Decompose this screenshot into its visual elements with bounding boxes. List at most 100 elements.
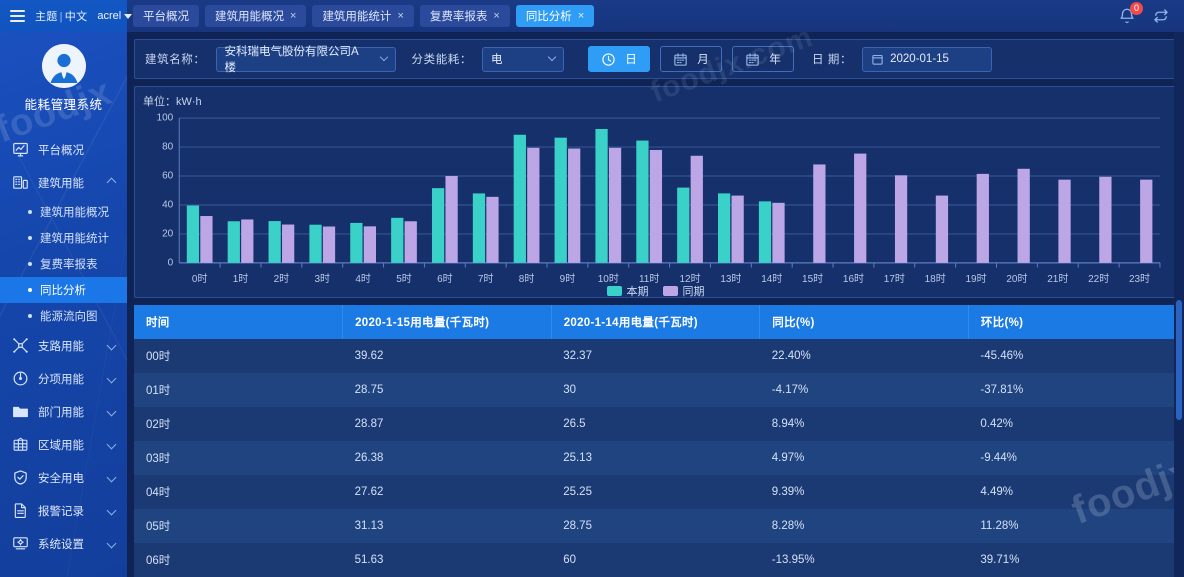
- table-row[interactable]: 01时28.7530-4.17%-37.81%: [134, 373, 1177, 407]
- sidebar-item-platform-overview[interactable]: 平台概况: [0, 133, 127, 166]
- sidebar-item-label: 支路用能: [38, 338, 99, 354]
- bullet-icon: [28, 236, 32, 240]
- legend-label: 本期: [627, 283, 649, 299]
- sidebar-item-area-energy[interactable]: 区域用能: [0, 428, 127, 461]
- user-name: acrel: [97, 10, 121, 22]
- chevron-down-icon: [107, 407, 117, 417]
- hamburger-icon[interactable]: [10, 10, 25, 22]
- table-row[interactable]: 04时27.6225.259.39%4.49%: [134, 475, 1177, 509]
- chevron-down-icon: [107, 341, 117, 351]
- main-content: 建筑名称： 安科瑞电气股份有限公司A楼 分类能耗： 电 日: [127, 32, 1184, 577]
- cell-yoy: -13.95%: [760, 543, 969, 577]
- column-header-yoy[interactable]: 同比(%): [760, 305, 969, 339]
- sidebar-item-electrical-safety[interactable]: 安全用电: [0, 461, 127, 494]
- cell-current-consumption: 39.62: [343, 339, 552, 373]
- energy-type-select-value: 电: [491, 51, 503, 67]
- brand: 能耗管理系统: [0, 32, 127, 123]
- table-row[interactable]: 02时28.8726.58.94%0.42%: [134, 407, 1177, 441]
- building-select[interactable]: 安科瑞电气股份有限公司A楼: [216, 47, 396, 72]
- cell-yoy: 8.94%: [760, 407, 969, 441]
- sidebar-menu: 平台概况 建筑用能 建筑用能概况: [0, 123, 127, 560]
- notification-badge: 0: [1130, 2, 1143, 15]
- legend-item-current[interactable]: 本期: [607, 283, 649, 299]
- page-scrollbar[interactable]: [1174, 0, 1184, 577]
- chart-legend: 本期 同期: [135, 283, 1176, 299]
- sidebar-item-label: 平台概况: [38, 142, 127, 158]
- cell-time: 00时: [134, 339, 343, 373]
- column-header-mom[interactable]: 环比(%): [968, 305, 1177, 339]
- legend-item-same-period[interactable]: 同期: [663, 283, 705, 299]
- close-icon[interactable]: ×: [493, 11, 499, 22]
- tab-multi-rate-report[interactable]: 复费率报表 ×: [420, 5, 510, 27]
- tab-platform-overview[interactable]: 平台概况: [133, 5, 199, 27]
- sidebar-subitem-label: 复费率报表: [40, 256, 98, 272]
- cell-yoy: -4.17%: [760, 373, 969, 407]
- refresh-button[interactable]: [1152, 7, 1170, 25]
- sidebar-item-department-energy[interactable]: 部门用能: [0, 395, 127, 428]
- sidebar-item-system-settings[interactable]: 系统设置: [0, 527, 127, 560]
- period-button-year[interactable]: 年: [732, 46, 794, 72]
- cell-previous-consumption: 28.75: [551, 509, 760, 543]
- sidebar-subitem-building-energy-statistics[interactable]: 建筑用能统计: [0, 225, 127, 251]
- cell-time: 06时: [134, 543, 343, 577]
- bullet-icon: [28, 314, 32, 318]
- cell-current-consumption: 27.62: [343, 475, 552, 509]
- sidebar-subitem-building-energy-overview[interactable]: 建筑用能概况: [0, 199, 127, 225]
- period-button-label: 日: [625, 51, 637, 67]
- top-bar-left: 主题|中文 acrel: [0, 0, 127, 32]
- table-row[interactable]: 03时26.3825.134.97%-9.44%: [134, 441, 1177, 475]
- theme-label[interactable]: 主题: [35, 11, 58, 23]
- close-icon[interactable]: ×: [578, 11, 584, 22]
- cell-mom: -37.81%: [968, 373, 1177, 407]
- sidebar-subitem-energy-flow-chart[interactable]: 能源流向图: [0, 303, 127, 329]
- refresh-icon: [1152, 7, 1170, 25]
- column-header-current-consumption[interactable]: 2020-1-15用电量(千瓦时): [343, 305, 552, 339]
- sidebar-item-building-energy[interactable]: 建筑用能: [0, 166, 127, 199]
- chevron-down-icon: [379, 53, 387, 61]
- table-row[interactable]: 06时51.6360-13.95%39.71%: [134, 543, 1177, 577]
- filter-bar: 建筑名称： 安科瑞电气股份有限公司A楼 分类能耗： 电 日: [134, 39, 1177, 79]
- date-input[interactable]: 2020-01-15: [862, 47, 992, 72]
- axis-tick-label: 80: [162, 142, 173, 153]
- cell-current-consumption: 28.75: [343, 373, 552, 407]
- sidebar-item-subitem-energy[interactable]: 分项用能: [0, 362, 127, 395]
- cell-current-consumption: 51.63: [343, 543, 552, 577]
- table-row[interactable]: 05时31.1328.758.28%11.28%: [134, 509, 1177, 543]
- theme-language-switch[interactable]: 主题|中文: [35, 8, 87, 24]
- sidebar-item-alarm-records[interactable]: 报警记录: [0, 494, 127, 527]
- scrollbar-thumb[interactable]: [1176, 300, 1182, 420]
- sidebar-subitem-label: 能源流向图: [40, 308, 98, 324]
- chevron-down-icon: [124, 14, 132, 19]
- period-button-month[interactable]: 月: [660, 46, 722, 72]
- cell-current-consumption: 31.13: [343, 509, 552, 543]
- close-icon[interactable]: ×: [290, 11, 296, 22]
- tab-yoy-analysis[interactable]: 同比分析 ×: [516, 5, 594, 27]
- sidebar-subitem-label: 建筑用能统计: [40, 230, 109, 246]
- close-icon[interactable]: ×: [397, 11, 403, 22]
- tab-building-energy-overview[interactable]: 建筑用能概况 ×: [205, 5, 306, 27]
- table-row[interactable]: 00时39.6232.3722.40%-45.46%: [134, 339, 1177, 373]
- column-header-time[interactable]: 时间: [134, 305, 343, 339]
- cell-yoy: 22.40%: [760, 339, 969, 373]
- sidebar-subitem-yoy-analysis[interactable]: 同比分析: [0, 277, 127, 303]
- energy-type-select[interactable]: 电: [482, 47, 564, 72]
- sidebar-subitem-multi-rate-report[interactable]: 复费率报表: [0, 251, 127, 277]
- column-header-previous-consumption[interactable]: 2020-1-14用电量(千瓦时): [551, 305, 760, 339]
- cell-mom: 0.42%: [968, 407, 1177, 441]
- notification-button[interactable]: 0: [1118, 7, 1136, 25]
- period-button-day[interactable]: 日: [588, 46, 650, 72]
- language-label[interactable]: 中文: [65, 11, 88, 23]
- sidebar-subitem-label: 同比分析: [40, 282, 86, 298]
- user-menu[interactable]: acrel: [97, 10, 132, 22]
- bullet-icon: [28, 262, 32, 266]
- chevron-down-icon: [548, 53, 556, 61]
- chevron-down-icon: [107, 539, 117, 549]
- brand-title: 能耗管理系统: [0, 94, 127, 113]
- tab-building-energy-statistics[interactable]: 建筑用能统计 ×: [312, 5, 413, 27]
- bullet-icon: [28, 288, 32, 292]
- cell-previous-consumption: 60: [551, 543, 760, 577]
- yoy-bar-chart[interactable]: [143, 111, 1168, 289]
- chart-panel: 单位：kW·h 0204060801000时1时2时3时4时5时6时7时8时9时…: [134, 86, 1177, 298]
- sidebar-item-branch-energy[interactable]: 支路用能: [0, 329, 127, 362]
- table-body: 00时39.6232.3722.40%-45.46%01时28.7530-4.1…: [134, 339, 1177, 577]
